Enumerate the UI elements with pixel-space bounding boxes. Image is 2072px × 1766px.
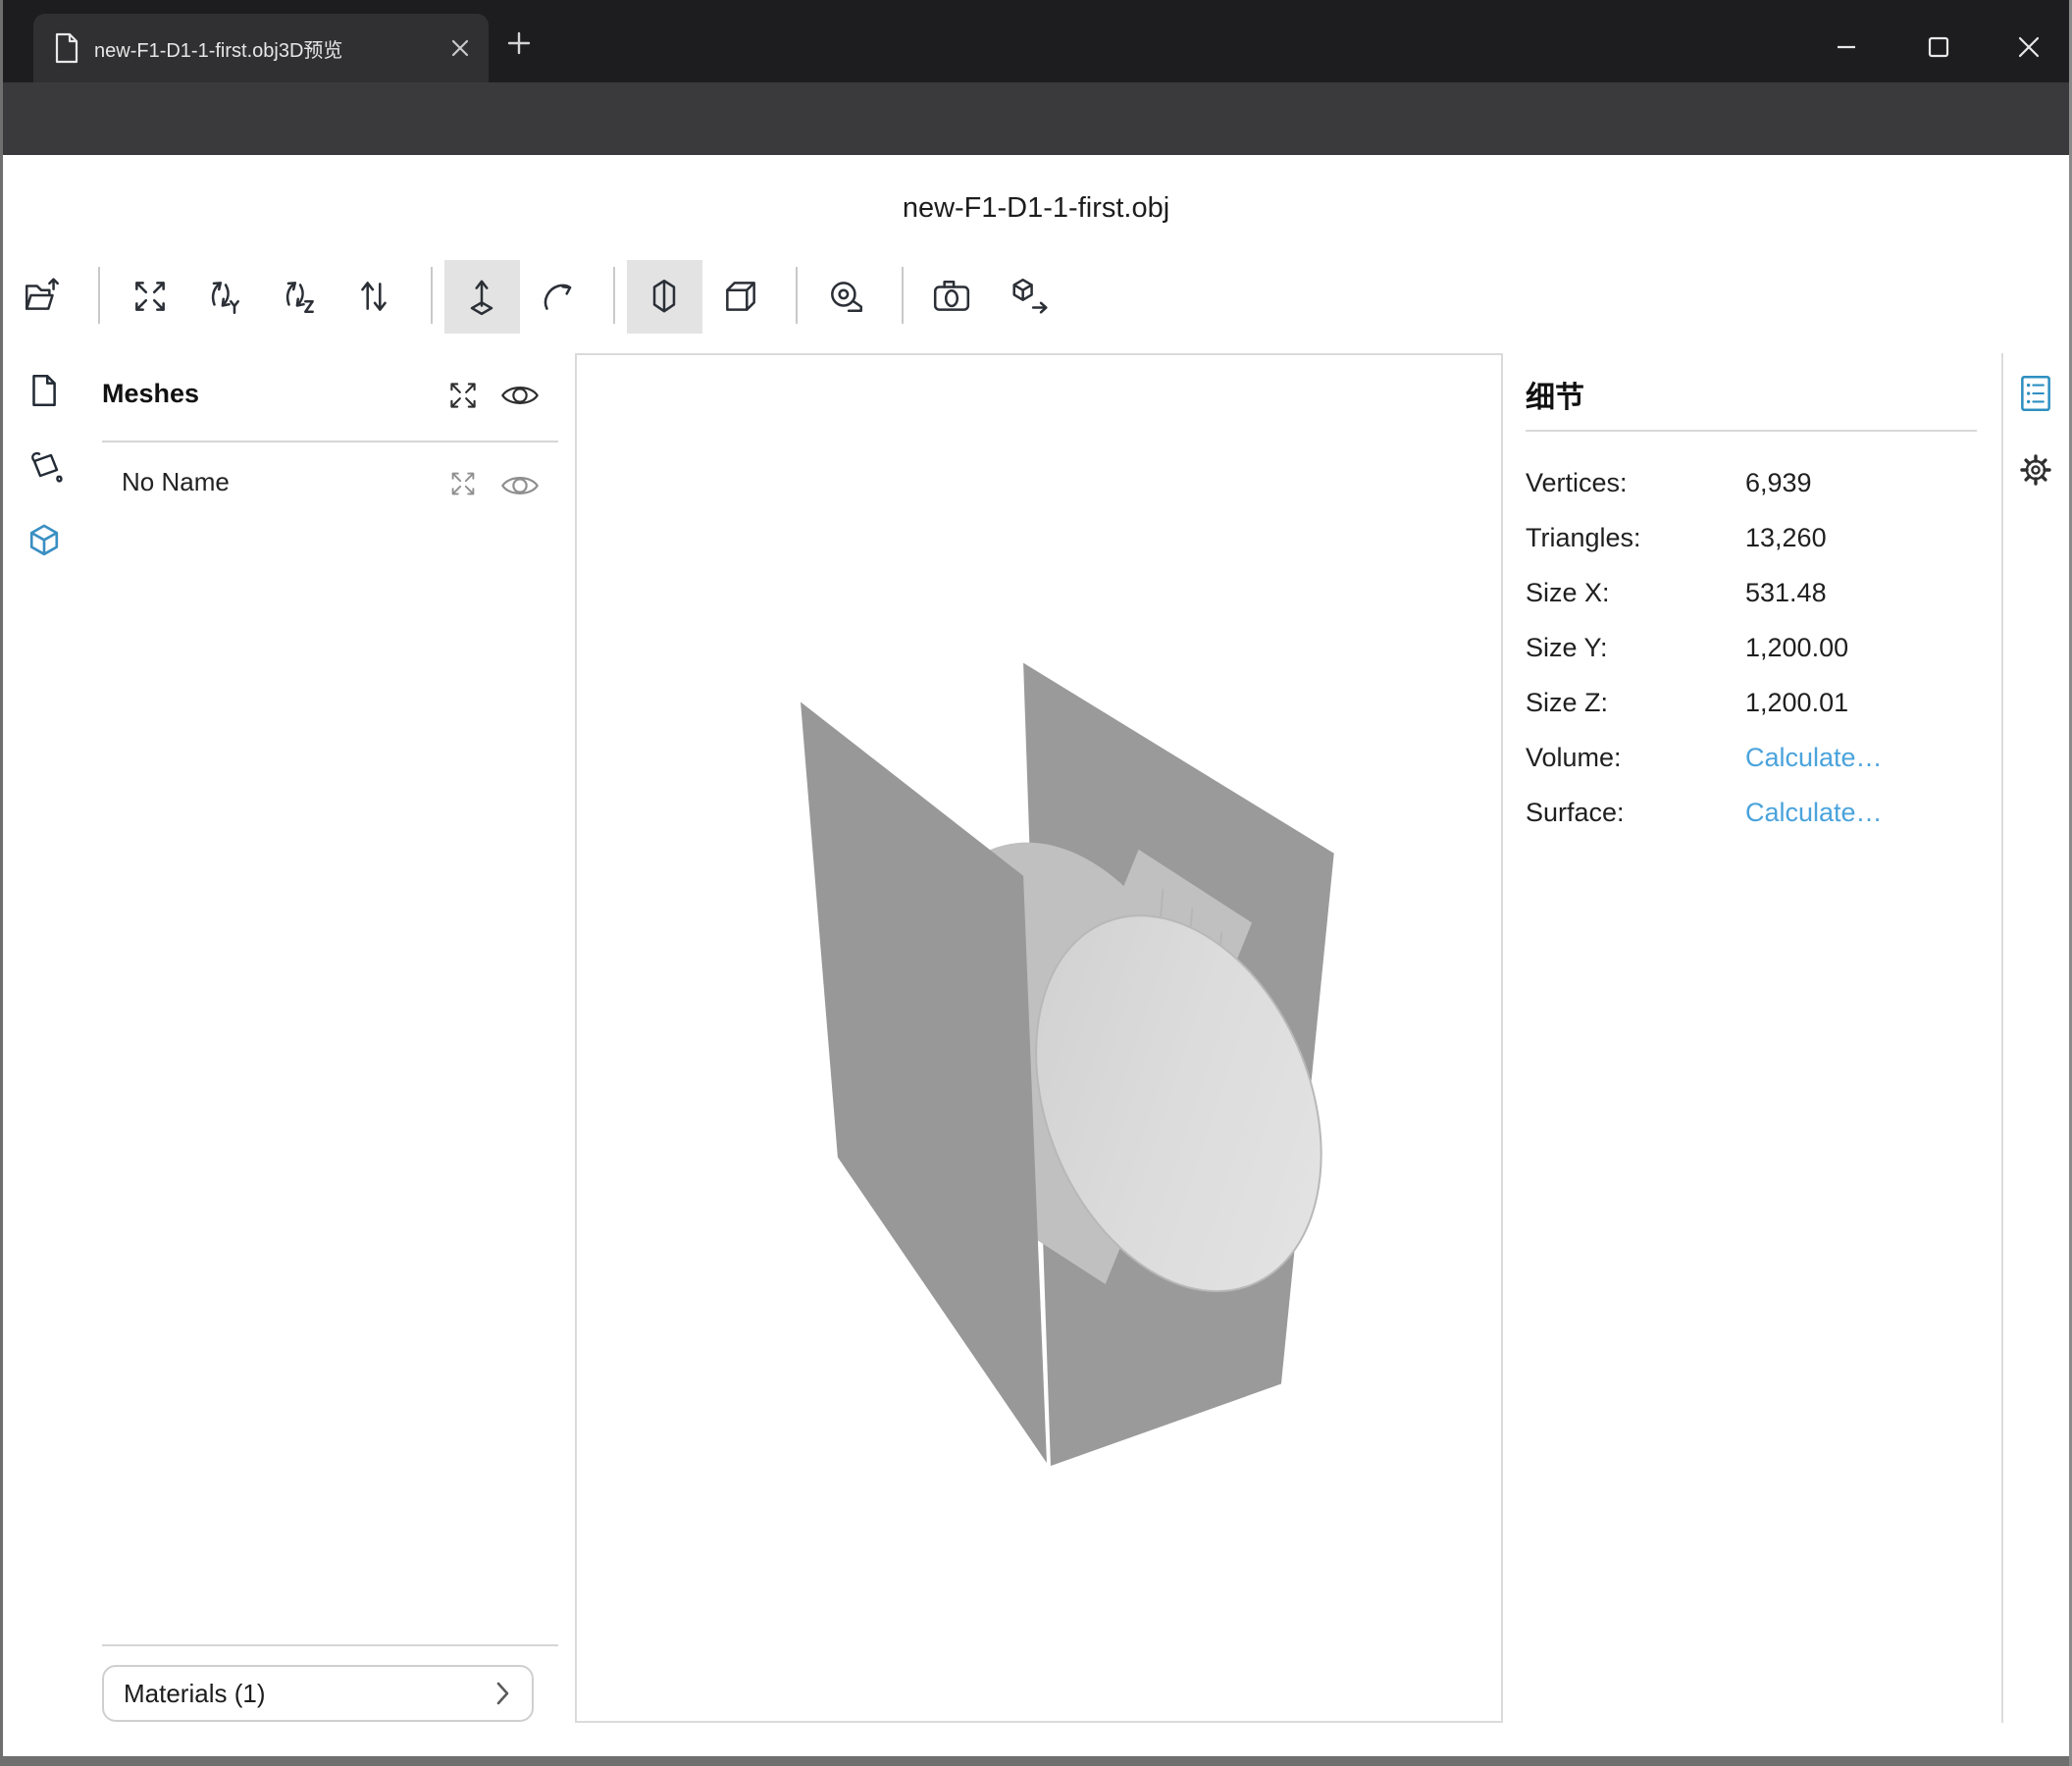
details-list-tab[interactable]: [2016, 373, 2055, 414]
triangles-value: 13,260: [1745, 523, 1827, 553]
volume-calculate-link[interactable]: Calculate…: [1745, 743, 1883, 773]
mesh-visibility-icon[interactable]: [499, 468, 541, 503]
new-tab-button[interactable]: [505, 29, 533, 57]
divider: [1526, 430, 1977, 432]
vertices-value: 6,939: [1745, 468, 1812, 498]
toolbar-divider: [98, 267, 100, 324]
divider: [102, 441, 558, 442]
toolbar-divider: [613, 267, 615, 324]
settings-gear-icon[interactable]: [2015, 449, 2056, 491]
model-viewport[interactable]: [575, 353, 1503, 1723]
toolbar-divider: [431, 267, 433, 324]
measure-button[interactable]: [826, 276, 867, 317]
export-model-button[interactable]: [1010, 276, 1051, 317]
browser-titlebar: new-F1-D1-1-first.obj3D预览: [3, 0, 2069, 82]
mesh-focus-icon[interactable]: [446, 467, 480, 500]
model-3d-render: [577, 355, 1501, 1721]
minimize-button[interactable]: [1830, 30, 1863, 64]
maximize-button[interactable]: [1922, 30, 1955, 64]
page-title: new-F1-D1-1-first.obj: [3, 192, 2069, 225]
toolbar-divider: [796, 267, 798, 324]
detail-row: Surface:Calculate…: [1526, 785, 1987, 840]
rotate-y-button[interactable]: [204, 276, 245, 317]
orbit-rotate-button[interactable]: [538, 276, 579, 317]
tab-title: new-F1-D1-1-first.obj3D预览: [94, 34, 441, 63]
detail-row: Triangles:13,260: [1526, 510, 1987, 565]
browser-tab[interactable]: new-F1-D1-1-first.obj3D预览: [33, 14, 489, 82]
move-axis-button[interactable]: [461, 276, 502, 317]
file-info-tab[interactable]: [25, 372, 62, 409]
materials-button[interactable]: Materials (1): [102, 1665, 534, 1722]
materials-tab[interactable]: [25, 447, 64, 487]
model-3d-tab[interactable]: [25, 522, 64, 561]
rotate-z-button[interactable]: [279, 276, 320, 317]
tab-close-icon[interactable]: [449, 37, 471, 59]
window-bottom-edge: [3, 1756, 2069, 1766]
fit-view-button[interactable]: [130, 276, 171, 317]
screenshot-button[interactable]: [931, 276, 972, 317]
plane-left: [801, 701, 1047, 1463]
detail-row: Size Y:1,200.00: [1526, 620, 1987, 675]
cube-view-button[interactable]: [720, 276, 761, 317]
close-window-button[interactable]: [2012, 30, 2046, 64]
open-file-button[interactable]: [22, 276, 63, 317]
detail-row: Vertices:6,939: [1526, 455, 1987, 510]
detail-row: Size Z:1,200.01: [1526, 675, 1987, 730]
divider: [2001, 353, 2003, 1723]
mesh-item-label[interactable]: No Name: [122, 467, 230, 497]
chevron-right-icon: [492, 1681, 514, 1706]
browser-navbar: https://file.kkview.cn/onlinePreview?url…: [3, 82, 2069, 155]
meshes-focus-icon[interactable]: [444, 377, 482, 414]
flip-vertical-button[interactable]: [353, 276, 394, 317]
browser-window: new-F1-D1-1-first.obj3D预览: [0, 0, 2072, 1766]
size-y-value: 1,200.00: [1745, 633, 1848, 663]
toolbar-divider: [902, 267, 904, 324]
orthographic-view-button[interactable]: [644, 276, 685, 317]
details-rows: Vertices:6,939 Triangles:13,260 Size X:5…: [1526, 455, 1987, 840]
preview-page: new-F1-D1-1-first.obj: [3, 155, 2069, 1756]
meshes-visibility-icon[interactable]: [499, 378, 541, 413]
meshes-panel-header: Meshes: [102, 379, 199, 409]
size-z-value: 1,200.01: [1745, 688, 1848, 718]
surface-calculate-link[interactable]: Calculate…: [1745, 798, 1883, 828]
size-x-value: 531.48: [1745, 578, 1827, 608]
document-icon: [53, 32, 80, 64]
detail-row: Size X:531.48: [1526, 565, 1987, 620]
detail-row: Volume:Calculate…: [1526, 730, 1987, 785]
divider: [102, 1644, 558, 1646]
details-panel-header: 细节: [1526, 373, 1584, 416]
materials-button-label: Materials (1): [124, 1679, 492, 1709]
